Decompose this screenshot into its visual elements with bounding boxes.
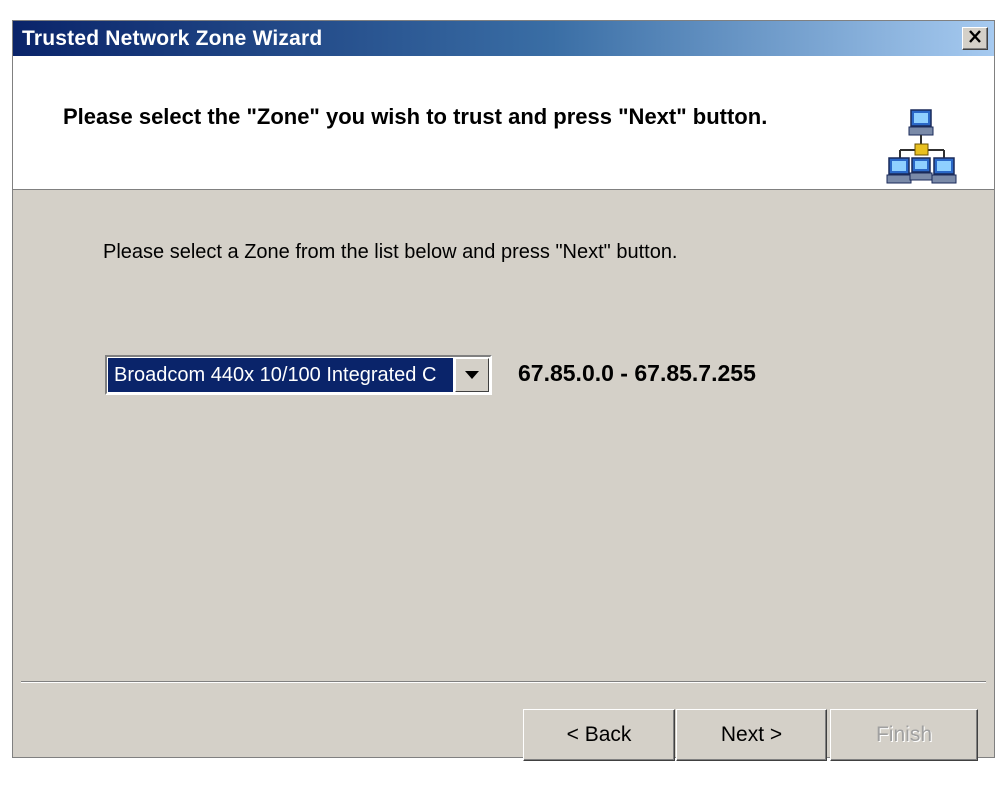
window-title: Trusted Network Zone Wizard [22, 27, 323, 50]
network-computers-icon [886, 108, 958, 190]
title-bar[interactable]: Trusted Network Zone Wizard [13, 21, 994, 56]
header-panel: Please select the "Zone" you wish to tru… [13, 56, 994, 190]
close-button[interactable] [962, 27, 988, 50]
close-icon [968, 29, 982, 48]
back-button[interactable]: < Back [523, 709, 675, 761]
finish-button[interactable]: Finish [830, 709, 978, 761]
dropdown-arrow-icon [465, 366, 479, 384]
page-heading: Please select the "Zone" you wish to tru… [63, 104, 768, 129]
zone-select-value[interactable]: Broadcom 440x 10/100 Integrated C [108, 358, 453, 392]
ip-range-text: 67.85.0.0 - 67.85.7.255 [518, 360, 756, 386]
footer-divider [21, 681, 986, 683]
wizard-window: Trusted Network Zone Wizard Please selec… [12, 20, 995, 761]
next-button[interactable]: Next > [676, 709, 827, 761]
zone-select[interactable]: Broadcom 440x 10/100 Integrated C [105, 355, 492, 395]
zone-select-dropdown-button[interactable] [455, 358, 489, 392]
instruction-text: Please select a Zone from the list below… [103, 241, 678, 263]
